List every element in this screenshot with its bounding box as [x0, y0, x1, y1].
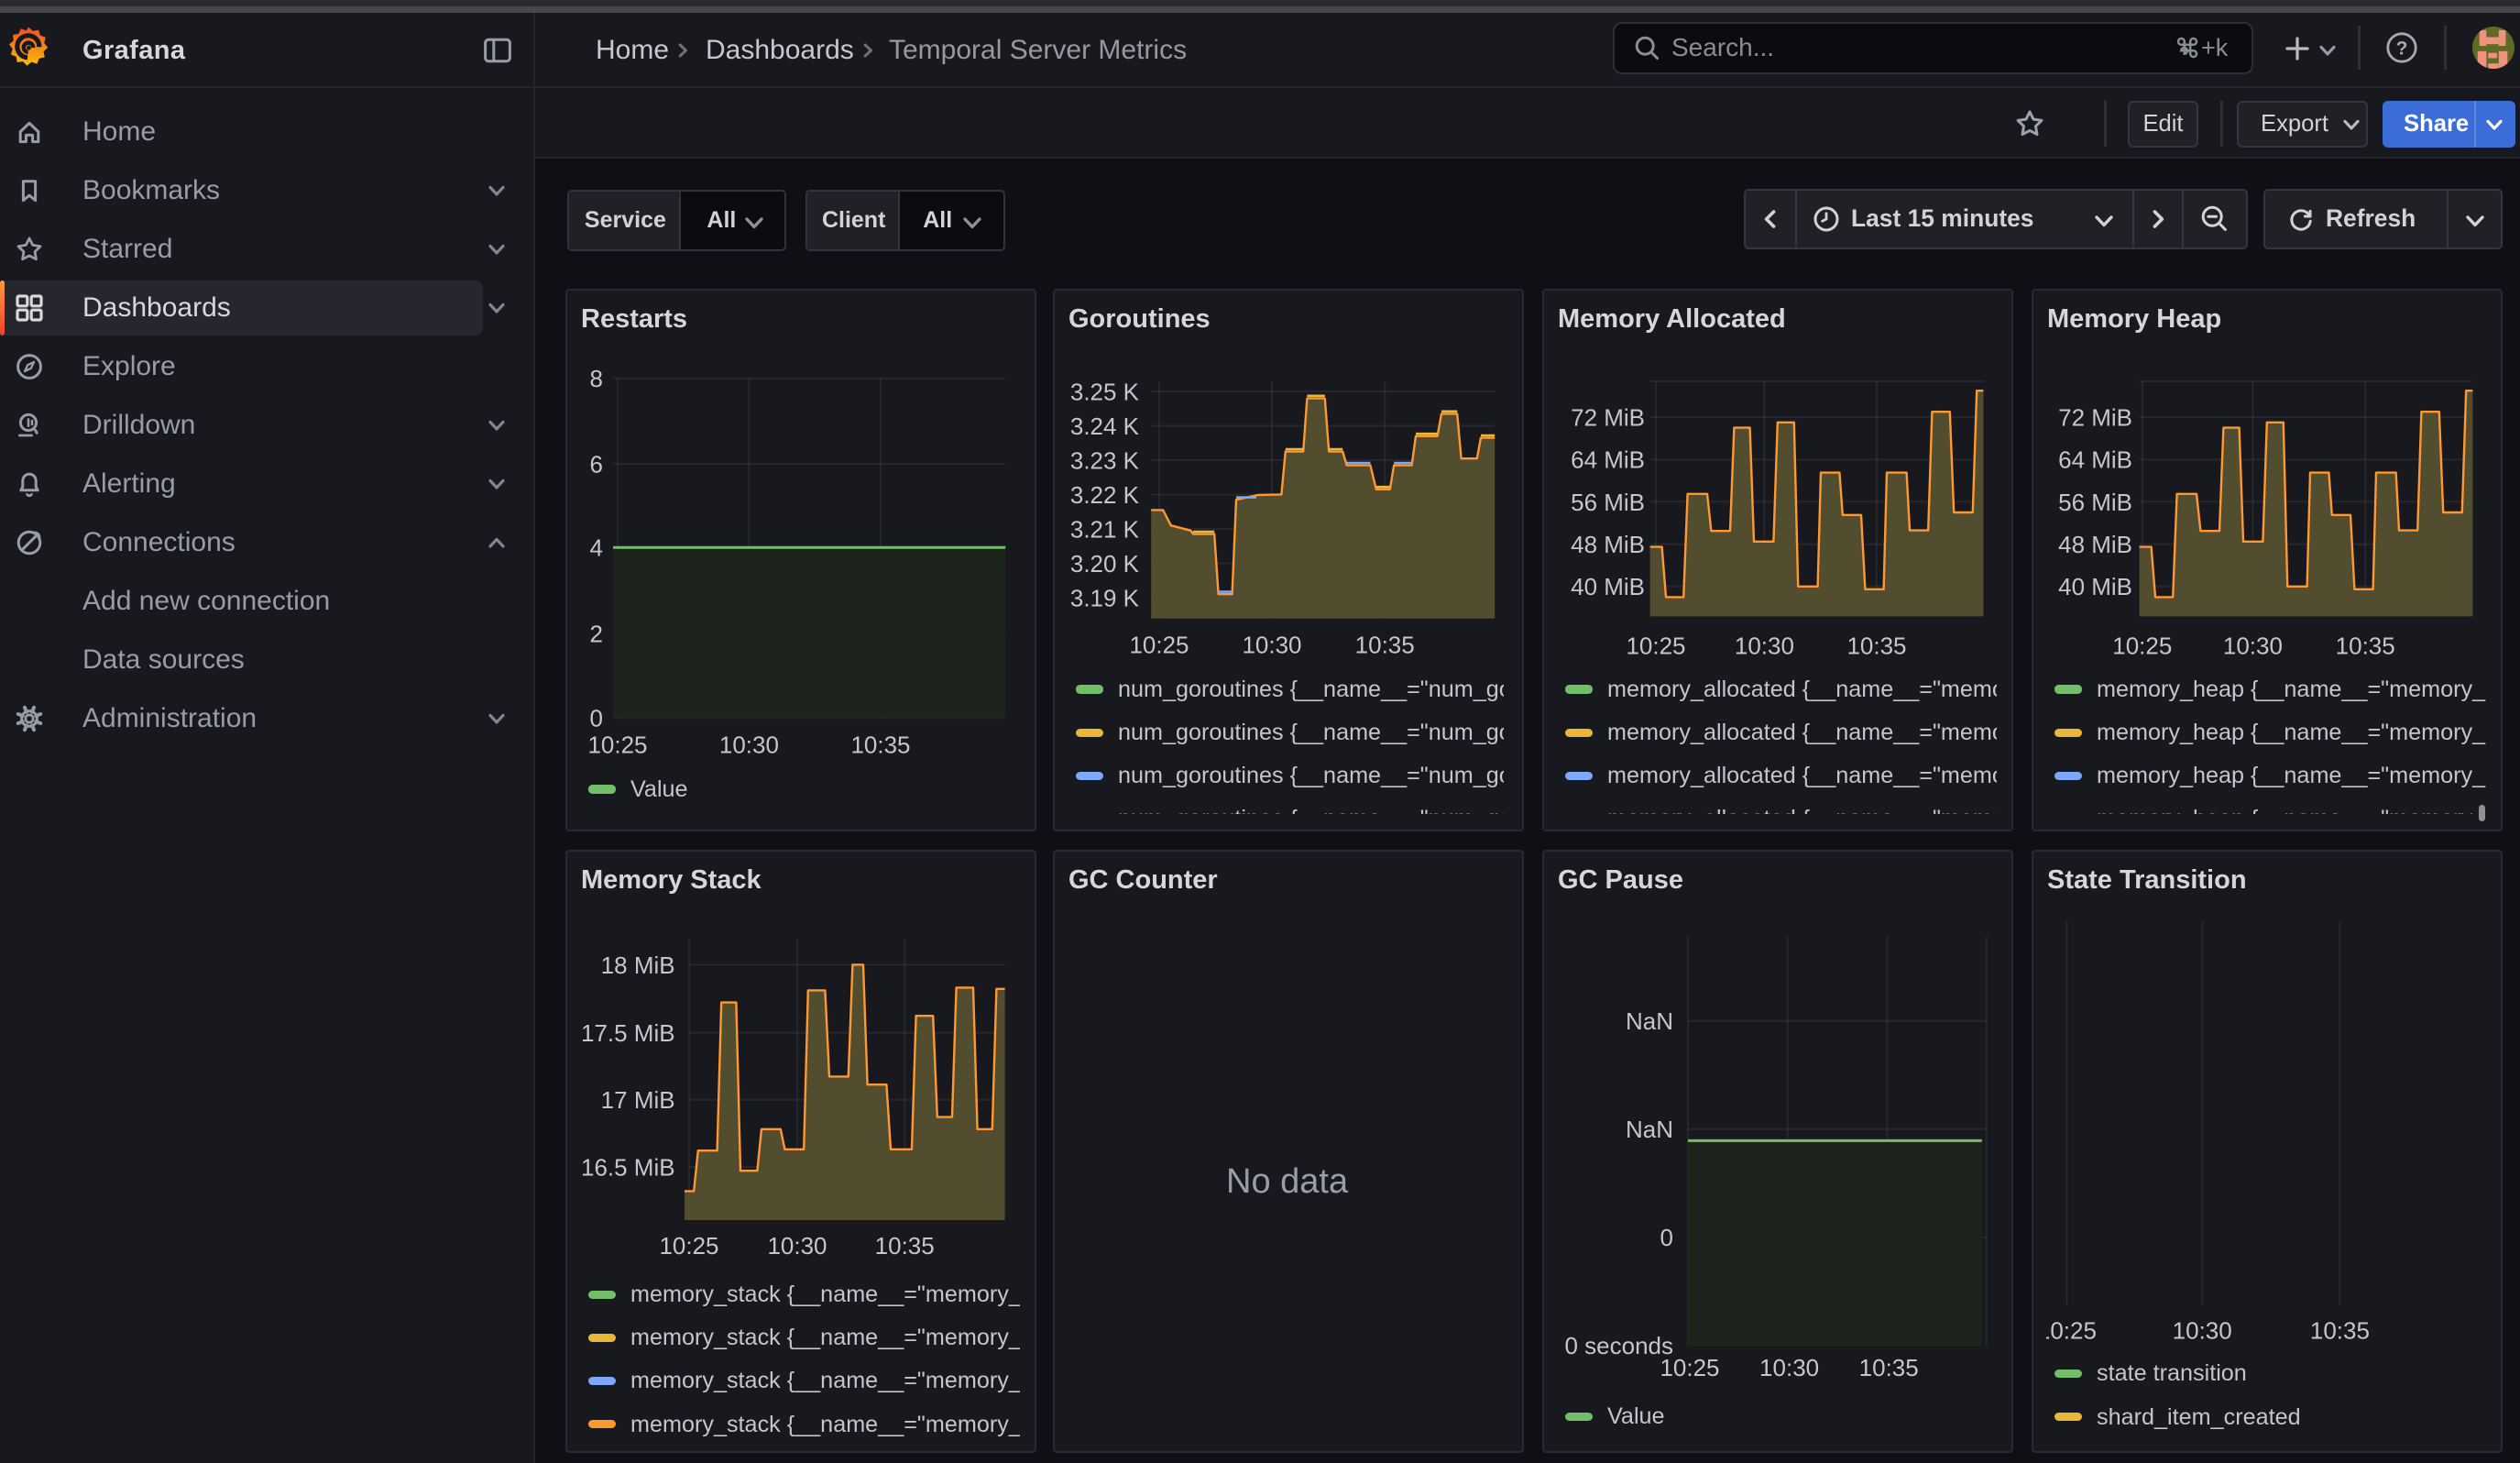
svg-text:48 MiB: 48 MiB	[2058, 531, 2132, 558]
svg-text:10:35: 10:35	[850, 731, 910, 758]
svg-text:3.19 K: 3.19 K	[1070, 584, 1140, 611]
svg-text:10:35: 10:35	[1846, 632, 1906, 659]
svg-text:3.24 K: 3.24 K	[1070, 412, 1140, 440]
svg-text:10:25: 10:25	[2112, 632, 2172, 659]
svg-text:10:30: 10:30	[2223, 632, 2283, 659]
svg-text:6: 6	[590, 450, 603, 478]
svg-text:10:30: 10:30	[767, 1232, 827, 1260]
svg-text:56 MiB: 56 MiB	[2058, 489, 2132, 516]
svg-text:?: ?	[2396, 38, 2408, 59]
svg-text:0: 0	[1660, 1224, 1673, 1251]
svg-text:0: 0	[590, 705, 603, 732]
svg-text:3.22 K: 3.22 K	[1070, 481, 1140, 509]
svg-text:16.5 MiB: 16.5 MiB	[581, 1154, 675, 1182]
svg-text:NaN: NaN	[1626, 1007, 1673, 1035]
svg-text:3.20 K: 3.20 K	[1070, 550, 1140, 578]
svg-text:18 MiB: 18 MiB	[601, 952, 675, 979]
svg-text:10:30: 10:30	[1242, 631, 1301, 658]
svg-text:NaN: NaN	[1626, 1116, 1673, 1143]
svg-text:3.23 K: 3.23 K	[1070, 446, 1140, 474]
svg-text:10:25: 10:25	[2037, 1317, 2097, 1345]
svg-text:64 MiB: 64 MiB	[2058, 446, 2132, 474]
svg-text:10:25: 10:25	[1129, 631, 1189, 658]
svg-text:10:30: 10:30	[1759, 1354, 1819, 1381]
svg-text:48 MiB: 48 MiB	[1571, 531, 1645, 558]
svg-text:10:35: 10:35	[2310, 1317, 2370, 1345]
svg-text:4: 4	[590, 534, 603, 562]
svg-text:10:35: 10:35	[875, 1232, 935, 1260]
svg-text:10:30: 10:30	[1735, 632, 1794, 659]
svg-text:72 MiB: 72 MiB	[2058, 403, 2132, 431]
svg-text:0 seconds: 0 seconds	[1564, 1332, 1673, 1359]
svg-text:40 MiB: 40 MiB	[2058, 573, 2132, 600]
svg-text:10:35: 10:35	[1355, 631, 1415, 658]
svg-text:10:25: 10:25	[659, 1232, 718, 1260]
svg-text:3.21 K: 3.21 K	[1070, 515, 1140, 543]
svg-text:17 MiB: 17 MiB	[601, 1086, 675, 1114]
svg-text:2: 2	[590, 620, 603, 647]
svg-text:10:30: 10:30	[2173, 1317, 2232, 1345]
svg-text:8: 8	[590, 365, 603, 392]
svg-text:17.5 MiB: 17.5 MiB	[581, 1019, 675, 1047]
svg-text:40 MiB: 40 MiB	[1571, 573, 1645, 600]
svg-text:56 MiB: 56 MiB	[1571, 489, 1645, 516]
svg-text:10:30: 10:30	[719, 731, 779, 758]
svg-text:64 MiB: 64 MiB	[1571, 446, 1645, 474]
svg-text:10:35: 10:35	[2336, 632, 2395, 659]
svg-text:3.25 K: 3.25 K	[1070, 378, 1140, 405]
svg-text:10:25: 10:25	[1660, 1354, 1719, 1381]
svg-text:10:25: 10:25	[1626, 632, 1685, 659]
svg-text:10:25: 10:25	[587, 731, 647, 758]
svg-text:10:35: 10:35	[1859, 1354, 1919, 1381]
svg-text:72 MiB: 72 MiB	[1571, 403, 1645, 431]
